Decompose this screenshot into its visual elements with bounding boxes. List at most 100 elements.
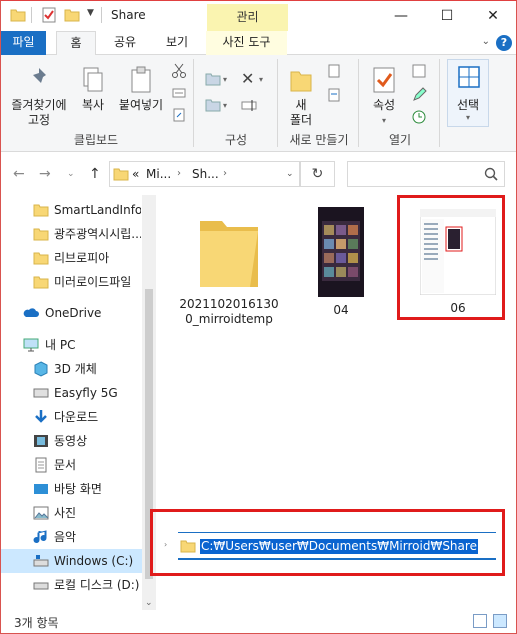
folder-icon — [33, 252, 49, 265]
nav-item-pictures[interactable]: 사진 — [1, 501, 141, 525]
window-title: Share — [111, 8, 146, 22]
nav-item-libropia[interactable]: 리브로피아 — [1, 246, 141, 270]
status-bar: 3개 항목 — [1, 610, 516, 633]
pictures-icon — [33, 506, 49, 520]
highlight-box-path — [150, 509, 505, 576]
new-folder-label: 새 폴더 — [289, 98, 313, 127]
nav-item-desktop[interactable]: 바탕 화면 — [1, 477, 141, 501]
address-dropdown-icon[interactable]: ⌄ — [286, 169, 294, 179]
rename-icon[interactable] — [241, 97, 257, 113]
large-icons-view-icon[interactable] — [493, 614, 507, 628]
nav-item-mirroid-files[interactable]: 미러로이드파일 — [1, 270, 141, 294]
new-folder-icon — [290, 71, 312, 92]
open-icon[interactable] — [411, 63, 427, 79]
local-disk-icon — [33, 582, 49, 590]
details-view-icon[interactable] — [473, 614, 487, 628]
tab-view[interactable]: 보기 — [157, 31, 197, 55]
pin-icon — [31, 68, 46, 85]
highlight-box-file-06 — [397, 195, 505, 320]
search-icon — [484, 167, 498, 181]
folder-icon — [10, 9, 26, 22]
new-group-label: 새로 만들기 — [289, 133, 349, 147]
ribbon-collapse-icon[interactable]: ⌄ — [482, 36, 490, 47]
nav-item-gwangju-library[interactable]: 광주광역시시립... — [1, 222, 141, 246]
copy-button[interactable]: 복사 — [74, 65, 112, 113]
address-bar[interactable]: « Mi... › Sh... › ⌄ — [109, 161, 300, 187]
history-icon[interactable] — [411, 109, 427, 125]
properties-button[interactable]: 속성 ▾ — [363, 65, 405, 128]
folder-icon — [200, 221, 258, 287]
nav-item-documents[interactable]: 문서 — [1, 453, 141, 477]
open-group-label: 열기 — [388, 133, 412, 147]
nav-item-onedrive[interactable]: OneDrive — [1, 301, 141, 325]
move-to-icon[interactable] — [205, 71, 221, 87]
pin-to-quick-access-button[interactable]: 즐겨찾기에 고정 — [5, 65, 73, 128]
properties-icon — [373, 67, 395, 93]
tab-file[interactable]: 파일 — [1, 31, 46, 55]
item-count: 3개 항목 — [14, 616, 59, 630]
nav-item-windows-c[interactable]: Windows (C:) — [1, 549, 142, 573]
nav-item-local-disk-d[interactable]: 로컬 디스크 (D:) — [1, 573, 141, 597]
copy-to-icon[interactable] — [205, 97, 221, 113]
drive-icon — [33, 388, 49, 398]
address-segment-mirroid[interactable]: Mi... — [146, 167, 171, 181]
copy-label: 복사 — [81, 98, 105, 112]
windows-drive-icon — [33, 555, 49, 567]
select-grid-icon — [458, 66, 480, 88]
scroll-down-icon[interactable]: ⌄ — [145, 598, 153, 608]
close-button[interactable]: ✕ — [470, 1, 516, 31]
nav-item-music[interactable]: 음악 — [1, 525, 141, 549]
nav-item-easyfly[interactable]: Easyfly 5G — [1, 381, 141, 405]
paste-shortcut-icon[interactable] — [171, 107, 187, 123]
paste-button[interactable]: 붙여넣기 — [115, 65, 167, 113]
nav-item-downloads[interactable]: 다운로드 — [1, 405, 141, 429]
new-item-icon[interactable] — [326, 63, 342, 79]
up-icon[interactable]: ↑ — [89, 166, 101, 182]
tab-home[interactable]: 홈 — [56, 31, 96, 56]
nav-item-videos[interactable]: 동영상 — [1, 429, 141, 453]
cut-icon[interactable] — [171, 63, 187, 79]
properties-quick-icon[interactable] — [41, 7, 57, 23]
select-button[interactable]: 선택 ▾ — [447, 59, 489, 127]
recent-locations-icon[interactable]: ⌄ — [67, 169, 75, 179]
folder-icon — [33, 228, 49, 241]
refresh-button[interactable]: ↻ — [300, 161, 335, 187]
minimize-button[interactable]: — — [378, 1, 424, 31]
folder-icon — [33, 204, 49, 217]
select-label: 선택 — [456, 98, 480, 112]
forward-icon[interactable]: → — [39, 166, 51, 182]
file-name: 04 — [333, 303, 349, 317]
ribbon-tabs: 파일 홈 공유 보기 사진 도구 ⌄ ? — [1, 31, 516, 56]
image-thumbnail-icon — [318, 207, 364, 297]
quick-access-dropdown-icon[interactable]: ▼ — [87, 8, 94, 18]
back-icon[interactable]: ← — [13, 166, 25, 182]
file-item-folder[interactable]: 2021102016130 0_mirroidtemp — [174, 207, 284, 327]
easy-access-icon[interactable] — [326, 87, 342, 103]
paste-icon — [131, 66, 151, 93]
folder-icon — [113, 168, 129, 181]
address-chevron[interactable]: « — [132, 167, 139, 181]
delete-icon[interactable]: ✕ — [241, 69, 254, 88]
nav-item-this-pc[interactable]: 내 PC — [1, 333, 141, 357]
tab-share[interactable]: 공유 — [105, 31, 145, 55]
nav-item-smartlandinfo[interactable]: SmartLandInfo — [1, 198, 141, 222]
address-segment-share[interactable]: Sh... — [192, 167, 219, 181]
tab-picture-tools[interactable]: 사진 도구 — [206, 31, 287, 55]
document-icon — [35, 457, 47, 473]
file-name: 2021102016130 0_mirroidtemp — [179, 297, 279, 326]
copy-icon — [83, 67, 103, 92]
computer-icon — [23, 338, 39, 352]
organize-group-label: 구성 — [224, 133, 248, 147]
new-folder-button[interactable]: 새 폴더 — [283, 65, 319, 128]
new-folder-quick-icon[interactable] — [64, 7, 80, 23]
edit-icon[interactable] — [411, 87, 427, 103]
context-group-label: 관리 — [207, 4, 288, 32]
help-icon[interactable]: ? — [496, 35, 512, 51]
maximize-button[interactable]: ☐ — [424, 1, 470, 31]
desktop-icon — [34, 484, 48, 494]
search-box[interactable] — [347, 161, 505, 187]
clipboard-group-label: 클립보드 — [73, 133, 119, 147]
copy-path-icon[interactable] — [171, 85, 187, 101]
file-item-04[interactable]: 04 — [301, 207, 381, 318]
nav-item-3d-objects[interactable]: 3D 개체 — [1, 357, 141, 381]
